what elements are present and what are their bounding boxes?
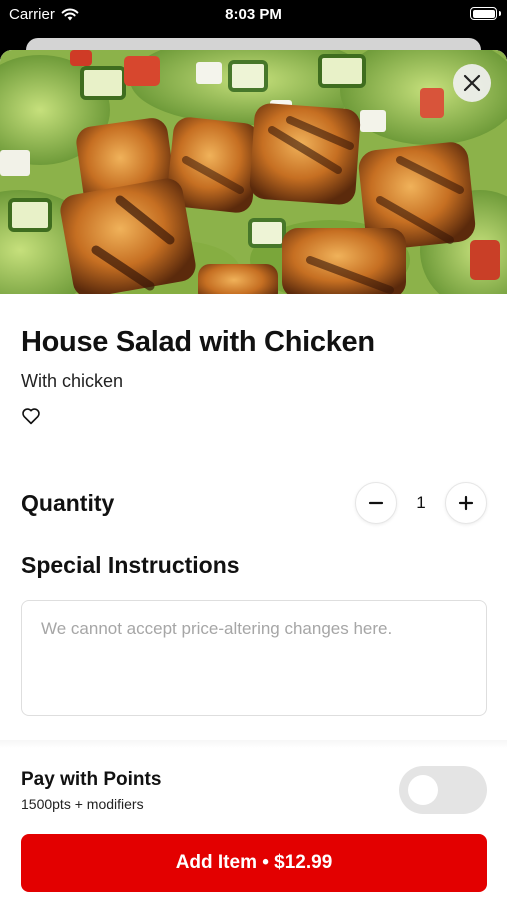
toggle-knob <box>408 775 438 805</box>
heart-outline-icon[interactable] <box>21 407 41 425</box>
pay-with-points-label: Pay with Points <box>21 769 162 790</box>
quantity-label: Quantity <box>21 490 115 516</box>
plus-icon <box>458 495 474 511</box>
special-instructions-input[interactable] <box>21 600 487 716</box>
close-button[interactable] <box>453 64 491 102</box>
close-icon <box>463 74 481 92</box>
item-title: House Salad with Chicken <box>21 326 375 358</box>
item-detail-sheet: House Salad with Chicken With chicken Qu… <box>0 50 507 900</box>
special-instructions-label: Special Instructions <box>21 552 240 578</box>
pay-with-points-sub: 1500pts + modifiers <box>21 796 144 812</box>
salad-illustration <box>0 50 507 294</box>
pay-with-points-toggle[interactable] <box>399 766 487 814</box>
item-subtitle: With chicken <box>21 371 124 391</box>
battery-icon <box>470 7 497 20</box>
status-time: 8:03 PM <box>225 6 282 23</box>
item-image <box>0 50 507 294</box>
footer-divider <box>0 740 507 748</box>
status-bar: Carrier 8:03 PM <box>0 0 507 30</box>
quantity-value: 1 <box>416 493 426 512</box>
increment-button[interactable] <box>445 482 487 524</box>
quantity-stepper: 1 <box>355 482 487 524</box>
decrement-button[interactable] <box>355 482 397 524</box>
minus-icon <box>368 501 384 505</box>
add-item-button[interactable]: Add Item • $12.99 <box>21 834 487 892</box>
